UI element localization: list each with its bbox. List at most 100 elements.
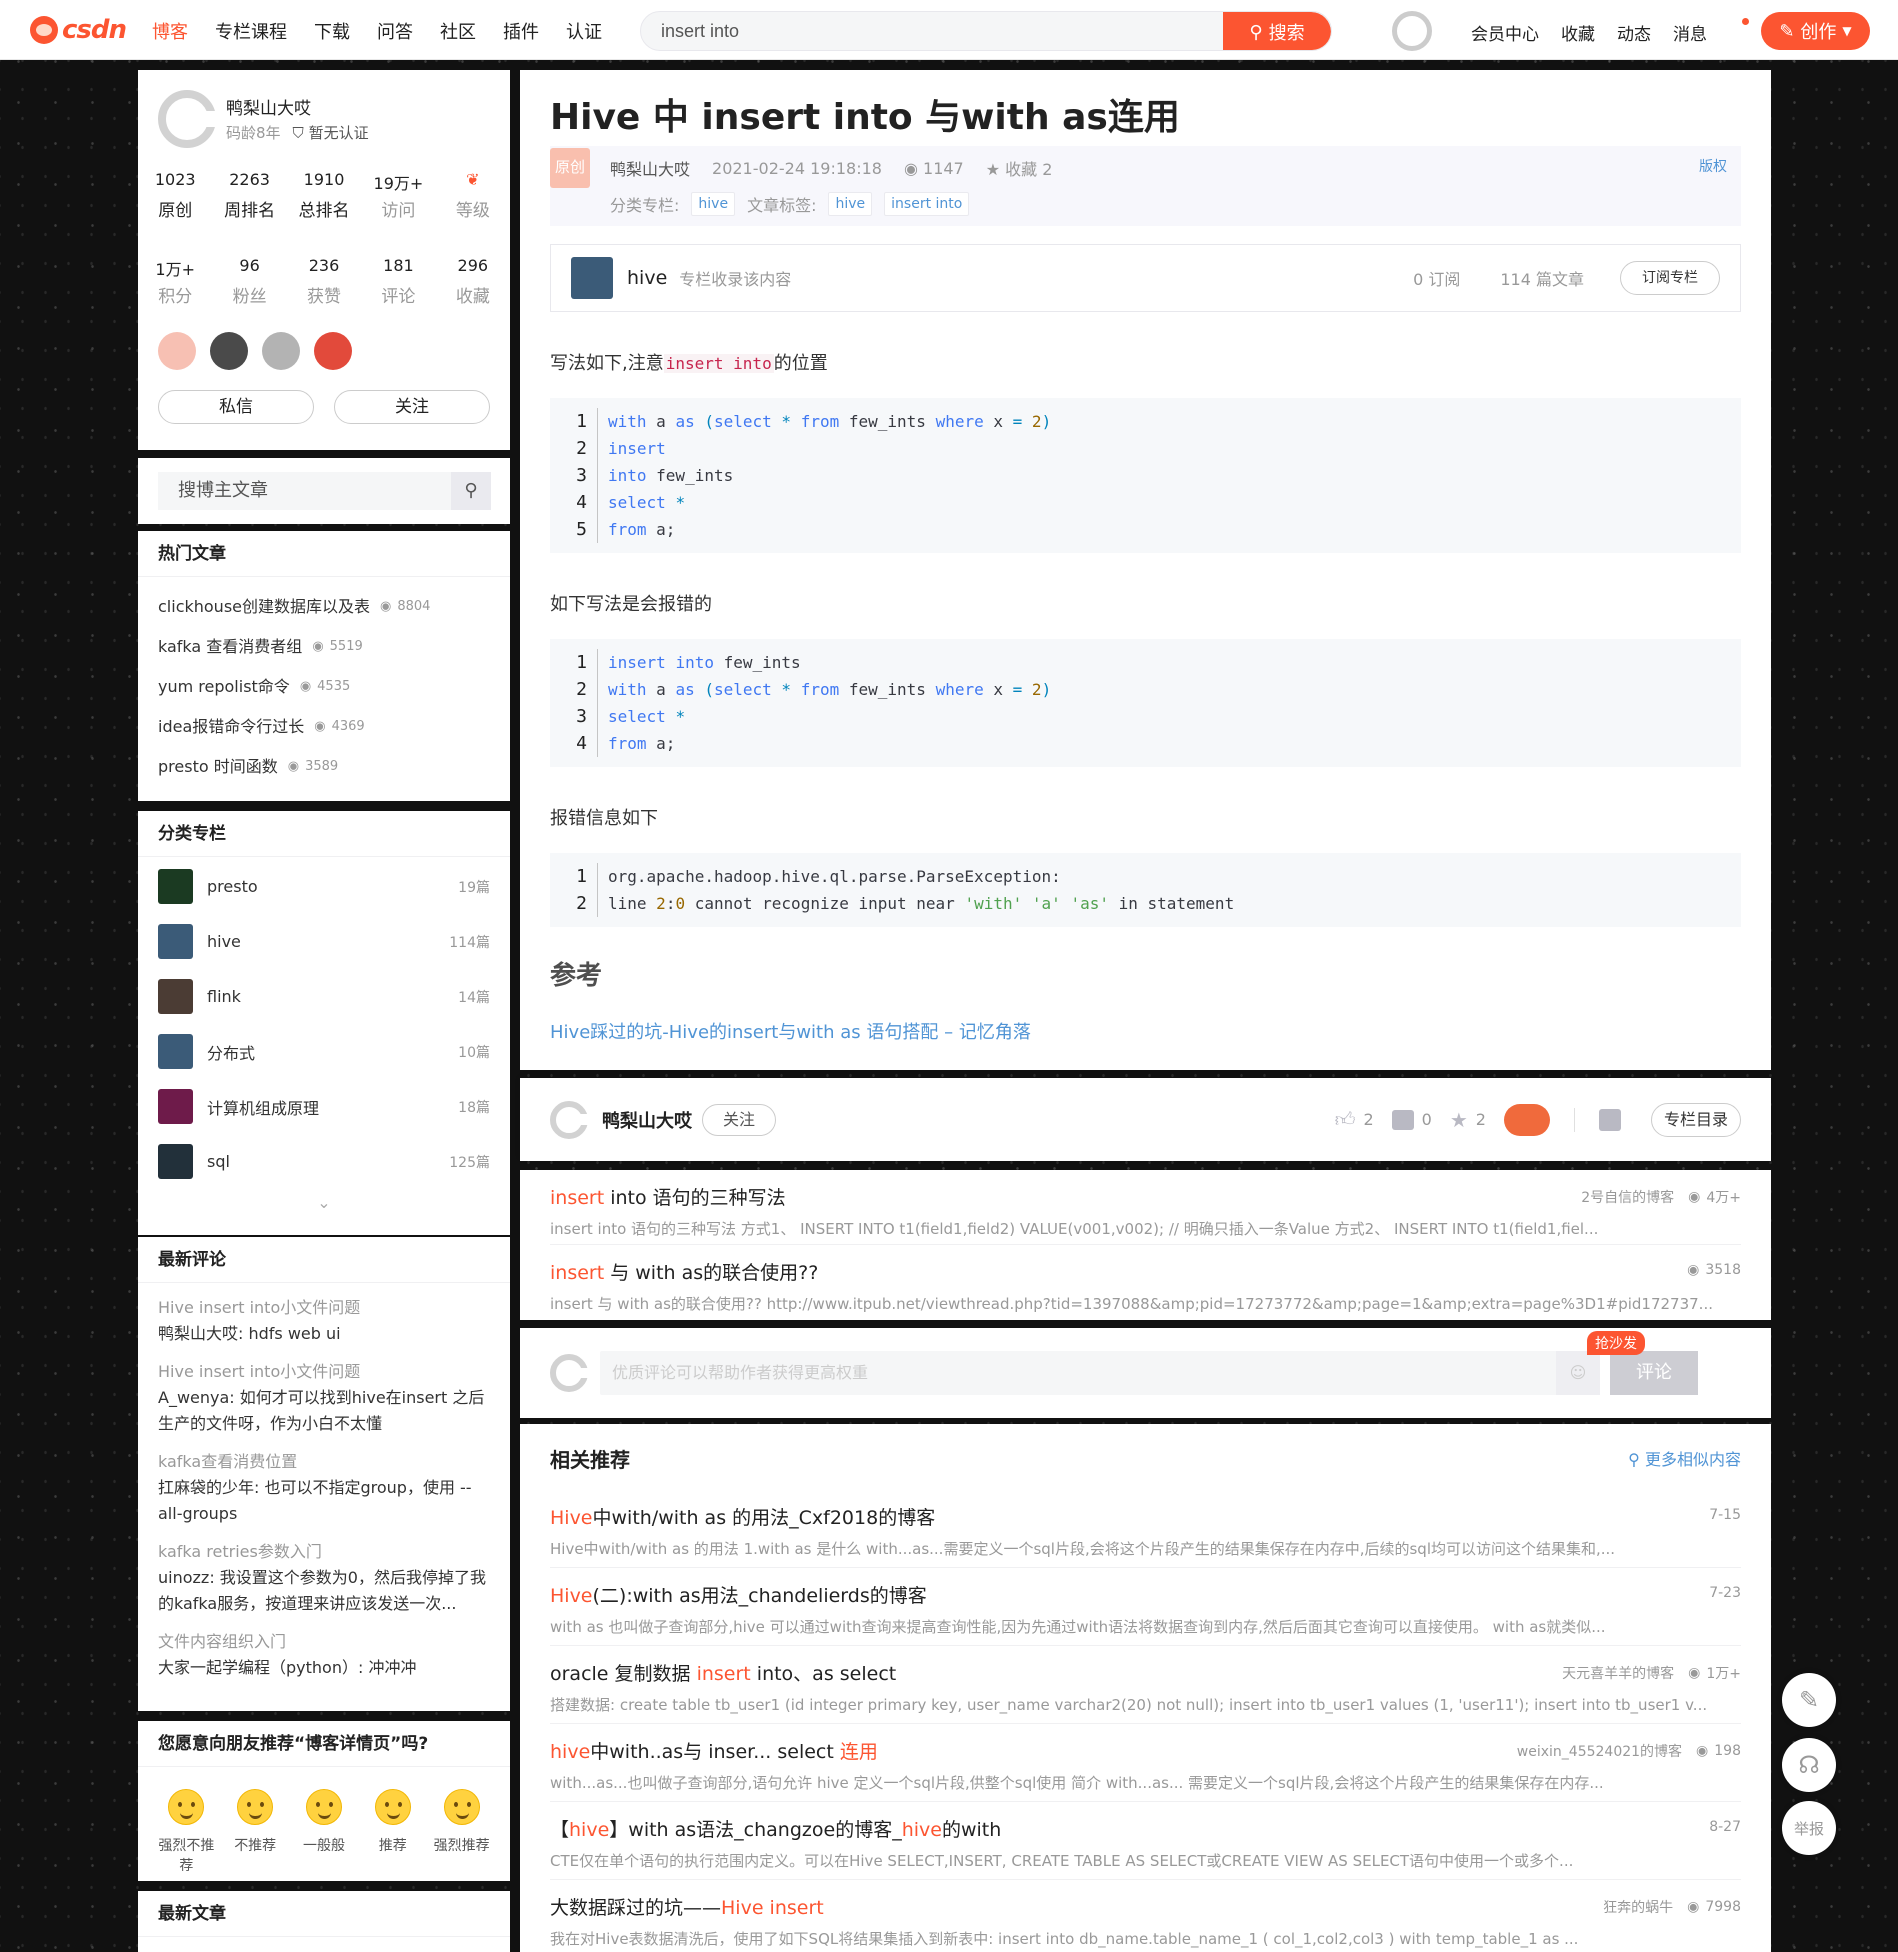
related-item[interactable]: 【hive】with as语法_changzoe的博客_hive的with 8-… [550,1802,1741,1880]
recommend-title[interactable]: insert 与 with as的联合使用?? [550,1258,1741,1285]
article-tag[interactable]: hive [828,192,873,216]
expand-chevron-icon[interactable]: ⌄ [138,1193,510,1212]
hot-article-title[interactable]: clickhouse创建数据库以及表 [158,587,370,627]
hot-article-item[interactable]: clickhouse创建数据库以及表 ◉ 8804 [138,587,510,627]
more-similar-link[interactable]: ⚲ 更多相似内容 [1628,1446,1741,1470]
related-title-link[interactable]: Hive(二):with as用法_chandelierds的博客 [550,1581,1741,1608]
badge-pen-icon[interactable] [314,332,352,370]
hot-article-item[interactable]: yum repolist命令 ◉ 4535 [138,667,510,707]
hot-article-item[interactable]: presto 时间函数 ◉ 3589 [138,747,510,787]
related-title-link[interactable]: 【hive】with as语法_changzoe的博客_hive的with [550,1815,1741,1842]
comment-text[interactable]: 扛麻袋的少年: 也可以不指定group，使用 --all-groups [158,1475,490,1527]
nav-courses[interactable]: 专栏课程 [215,18,287,44]
comment-article[interactable]: 文件内容组织入门 [158,1629,490,1655]
report-button[interactable]: 举报 [1782,1801,1836,1855]
recommend-title[interactable]: insert into 语句的三种写法 [550,1183,1741,1210]
recommend-item[interactable]: insert into 语句的三种写法 2号自信的博客 ◉ 4万+ insert i… [550,1170,1741,1245]
hot-article-title[interactable]: kafka 查看消费者组 [158,627,302,667]
stat-level[interactable]: ❦ 等级 [436,170,510,221]
column-item[interactable]: presto 19篇 [138,859,510,914]
stat-total-rank[interactable]: 1910 总排名 [287,170,361,221]
hot-article-item[interactable]: kafka 查看消费者组 ◉ 5519 [138,627,510,667]
hot-article-title[interactable]: presto 时间函数 [158,747,278,787]
column-item[interactable]: hive 114篇 [138,914,510,969]
messages-link[interactable]: 消息 [1673,20,1707,45]
share-icon[interactable] [1598,1108,1621,1131]
customer-service-icon[interactable]: ☊ [1782,1738,1836,1792]
code-block[interactable]: 1 insert into few_ints 2 with a as (select… [550,639,1741,767]
follow-button[interactable]: 关注 [334,390,490,424]
nav-plugin[interactable]: 插件 [503,18,539,44]
column-thumb[interactable] [571,257,613,299]
comment-input[interactable]: 优质评论可以帮助作者获得更高权重 ☺ [600,1351,1600,1395]
author-name[interactable]: 鸭梨山大哎 [226,94,311,119]
meta-author[interactable]: 鸭梨山大哎 [610,156,690,180]
column-item[interactable]: flink 14篇 [138,969,510,1024]
like-button[interactable]: 👍︎ 2 [1335,1107,1374,1132]
comment-text[interactable]: A_wenya: 如何才可以找到hive在insert 之后生产的文件呀，作为小… [158,1385,490,1437]
recommend-source[interactable]: 2号自信的博客 [1581,1187,1674,1207]
related-title-link[interactable]: Hive中with/with as 的用法_Cxf2018的博客 [550,1503,1741,1530]
author-avatar[interactable] [550,1100,590,1139]
comment-article[interactable]: Hive insert into小文件问题 [158,1295,490,1321]
message-button[interactable]: 私信 [158,390,314,424]
search-icon[interactable]: ⚲ [451,472,491,510]
nav-community[interactable]: 社区 [440,18,476,44]
column-name[interactable]: hive [627,267,667,289]
related-source[interactable]: weixin_45524021的博客 [1517,1741,1682,1761]
badge-icon[interactable] [210,332,248,370]
hot-article-title[interactable]: idea报错命令行过长 [158,707,304,747]
related-source[interactable]: 狂奔的蜗牛 [1603,1897,1673,1917]
recommend-item[interactable]: insert 与 with as的联合使用?? ◉ 3518 insert 与 w… [550,1245,1741,1320]
toolbar-author[interactable]: 鸭梨山大哎 [602,1107,692,1133]
related-item[interactable]: oracle 复制数据 insert into、as select 天元喜羊羊的… [550,1646,1741,1724]
activity-link[interactable]: 动态 [1617,20,1651,45]
article-tag[interactable]: insert into [884,192,970,216]
comment-text[interactable]: 鸭梨山大哎: hdfs web ui [158,1321,490,1347]
hot-article-item[interactable]: idea报错命令行过长 ◉ 4369 [138,707,510,747]
reward-icon[interactable] [1503,1103,1550,1136]
create-button[interactable]: ✎ 创作 ▼ [1761,12,1870,50]
vote-no[interactable]: 不推荐 [221,1789,290,1875]
comment-article[interactable]: kafka retries参数入门 [158,1539,490,1565]
subscribe-column-button[interactable]: 订阅专栏 [1620,261,1720,295]
related-source[interactable]: 天元喜羊羊的博客 [1562,1663,1674,1683]
column-catalog-button[interactable]: 专栏目录 [1650,1102,1741,1137]
reference-link[interactable]: Hive踩过的坑-Hive的insert与with as 语句搭配 – 记忆角落 [550,1018,1741,1044]
vote-yes[interactable]: 推荐 [358,1789,427,1875]
category-tag[interactable]: hive [691,192,736,216]
nav-cert[interactable]: 认证 [566,18,602,44]
badge-1024-icon[interactable] [262,332,300,370]
vote-strong-no[interactable]: 强烈不推荐 [152,1789,221,1875]
comment-article[interactable]: Hive insert into小文件问题 [158,1359,490,1385]
code-block[interactable]: 1 with a as (select * from few_ints where… [550,398,1741,553]
comment-submit-button[interactable]: 评论 [1610,1351,1698,1395]
column-item[interactable]: sql 125篇 [138,1134,510,1189]
meta-fav[interactable]: ★ 收藏 2 [986,156,1053,180]
vip-center-link[interactable]: 会员中心 [1471,20,1539,45]
vote-neutral[interactable]: 一般般 [290,1789,359,1875]
emoji-icon[interactable]: ☺ [1556,1351,1600,1395]
column-item[interactable]: 计算机组成原理 18篇 [138,1079,510,1134]
comment-article[interactable]: kafka查看消费位置 [158,1449,490,1475]
comment-text[interactable]: uinozz: 我设置这个参数为0，然后我停掉了我的kafka服务，按道理来讲应… [158,1565,490,1617]
related-item[interactable]: Hive(二):with as用法_chandelierds的博客 7-23 w… [550,1568,1741,1646]
related-item[interactable]: hive中with..as与 inser... select 连用 weixin… [550,1724,1741,1802]
favorite-button[interactable]: ★ 2 [1450,1108,1486,1132]
search-button[interactable]: ⚲ 搜索 [1223,12,1331,50]
comment-button[interactable]: 0 [1391,1109,1432,1130]
csdn-logo[interactable]: csdn [30,12,127,48]
toolbar-follow-button[interactable]: 关注 [702,1103,776,1136]
code-block[interactable]: 1 org.apache.hadoop.hive.ql.parse.ParseEx… [550,853,1741,927]
search-input[interactable] [641,12,1221,50]
user-avatar[interactable] [1392,11,1432,51]
write-article-icon[interactable]: ✎ [1782,1673,1836,1727]
copyright-link[interactable]: 版权 [1699,156,1727,176]
blog-search-input[interactable]: 搜博主文章 ⚲ [158,472,491,510]
hot-article-title[interactable]: yum repolist命令 [158,667,290,707]
nav-blog[interactable]: 博客 [152,18,188,44]
nav-download[interactable]: 下载 [314,18,350,44]
nav-qa[interactable]: 问答 [377,18,413,44]
vote-strong-yes[interactable]: 强烈推荐 [427,1789,496,1875]
related-title-link[interactable]: 大数据踩过的坑——Hive insert [550,1893,1741,1920]
